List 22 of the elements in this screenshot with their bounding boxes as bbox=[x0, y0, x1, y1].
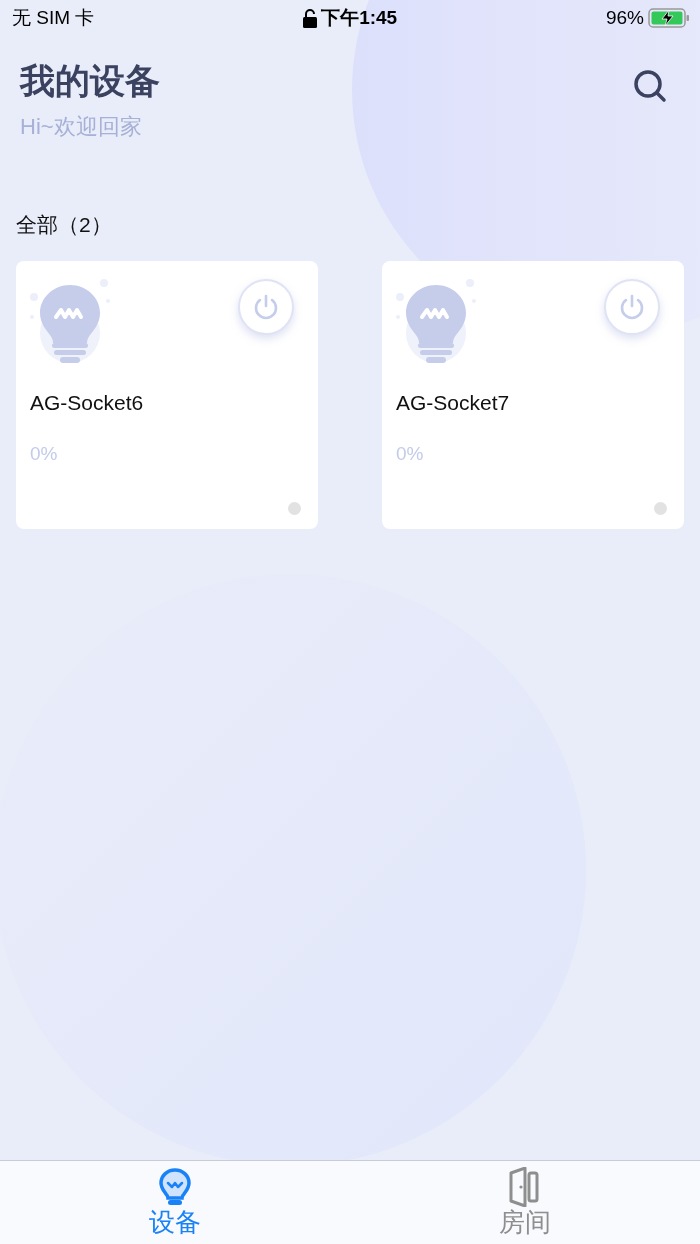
device-name: AG-Socket7 bbox=[396, 389, 511, 416]
light-bulb-icon bbox=[396, 278, 478, 365]
door-icon bbox=[508, 1167, 542, 1207]
tab[interactable]: 设备 bbox=[0, 1161, 350, 1244]
device-reading: 0% bbox=[396, 442, 425, 466]
device-card[interactable]: AG-Socket6 0% bbox=[16, 260, 318, 529]
light-bulb-icon bbox=[158, 1167, 192, 1207]
device-name: AG-Socket6 bbox=[30, 389, 145, 416]
search-button[interactable] bbox=[632, 68, 668, 104]
battery-percent: 96% bbox=[605, 5, 644, 30]
page-title: 我的设备 bbox=[20, 60, 160, 102]
lock-icon bbox=[303, 8, 318, 28]
subtitle: Hi~欢迎回家 bbox=[20, 113, 143, 141]
carrier-text: 无 SIM 卡 bbox=[12, 5, 95, 30]
section-label: 全部（2） bbox=[15, 212, 113, 238]
device-reading: 0% bbox=[30, 442, 59, 466]
battery-icon bbox=[648, 8, 690, 28]
light-bulb-icon bbox=[30, 278, 112, 365]
clock-time: 下午1:45 bbox=[321, 5, 398, 30]
power-button[interactable] bbox=[604, 278, 660, 335]
device-card[interactable]: AG-Socket7 0% bbox=[382, 260, 684, 529]
power-button[interactable] bbox=[238, 278, 294, 335]
